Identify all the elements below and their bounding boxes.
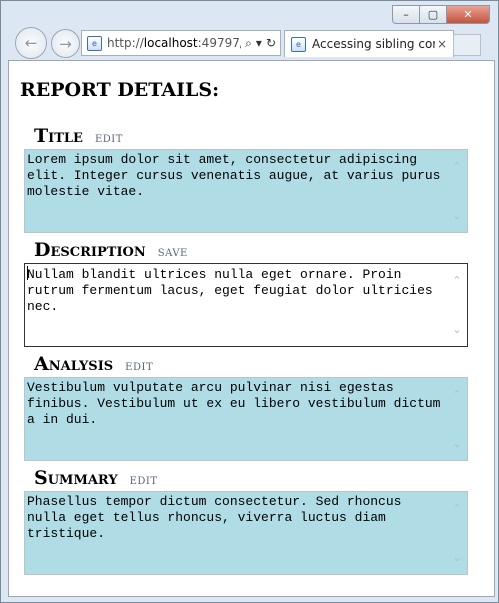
maximize-button[interactable]: ▢: [419, 5, 447, 24]
url-host: localhost: [143, 36, 198, 50]
content-text: Lorem ipsum dolor sit amet, consectetur …: [27, 152, 449, 199]
url-rest: :49797/: [197, 36, 242, 50]
minimize-button[interactable]: –: [392, 5, 420, 24]
tab-page-icon: e: [291, 36, 306, 52]
editable-textarea[interactable]: Nullam blandit ultrices nulla eget ornar…: [24, 263, 468, 347]
scroll-down-icon[interactable]: ⌄: [452, 209, 461, 222]
edit-link[interactable]: edit: [130, 472, 158, 488]
window-controls: – ▢ ✕: [392, 5, 490, 24]
tab-title: Accessing sibling cont...: [312, 37, 435, 51]
back-arrow-icon: ←: [24, 34, 38, 52]
section-summary: Summary edit Phasellus tempor dictum con…: [24, 467, 468, 575]
section-heading: Title: [34, 125, 83, 147]
close-tab-icon[interactable]: ×: [435, 37, 449, 51]
scrollbar[interactable]: ⌃ ⌄: [447, 264, 467, 346]
scroll-up-icon[interactable]: ⌃: [452, 274, 461, 287]
browser-toolbar: ← → e http://localhost:49797/ ⌕ ▾ ↻ e Ac…: [1, 27, 498, 59]
edit-link[interactable]: edit: [125, 358, 153, 374]
back-button[interactable]: ←: [15, 27, 47, 59]
scrollbar[interactable]: ⌃ ⌄: [447, 150, 467, 232]
section-heading: Description: [34, 239, 146, 261]
section-title: Title edit Lorem ipsum dolor sit amet, c…: [24, 125, 468, 233]
url-prefix: http://: [107, 36, 144, 50]
search-icon[interactable]: ⌕: [245, 36, 252, 51]
section-heading: Summary: [34, 467, 118, 489]
content-box[interactable]: Lorem ipsum dolor sit amet, consectetur …: [24, 149, 468, 233]
address-url[interactable]: http://localhost:49797/: [107, 36, 241, 50]
browser-window: – ▢ ✕ ← → e http://localhost:49797/ ⌕ ▾ …: [0, 0, 499, 603]
scrollbar[interactable]: ⌃ ⌄: [447, 378, 467, 460]
page-content: REPORT DETAILS: Title edit Lorem ipsum d…: [8, 60, 495, 597]
scroll-down-icon[interactable]: ⌄: [452, 437, 461, 450]
content-box[interactable]: Vestibulum vulputate arcu pulvinar nisi …: [24, 377, 468, 461]
refresh-icon[interactable]: ↻: [266, 36, 276, 50]
page-title: REPORT DETAILS:: [20, 79, 220, 101]
close-button[interactable]: ✕: [446, 5, 490, 24]
forward-arrow-icon: →: [59, 34, 72, 53]
scroll-down-icon[interactable]: ⌄: [452, 323, 461, 336]
scroll-up-icon[interactable]: ⌃: [452, 160, 461, 173]
scroll-up-icon[interactable]: ⌃: [452, 388, 461, 401]
section-analysis: Analysis edit Vestibulum vulputate arcu …: [24, 353, 468, 461]
browser-tab[interactable]: e Accessing sibling cont... ×: [284, 30, 454, 57]
content-text: Vestibulum vulputate arcu pulvinar nisi …: [27, 380, 449, 427]
dropdown-icon[interactable]: ▾: [256, 36, 262, 50]
section-description: Description save Nullam blandit ultrices…: [24, 239, 468, 347]
scrollbar[interactable]: ⌃ ⌄: [447, 492, 467, 574]
content-text-value: Nullam blandit ultrices nulla eget ornar…: [27, 267, 441, 314]
address-bar[interactable]: e http://localhost:49797/ ⌕ ▾ ↻: [81, 30, 281, 56]
content-text: Nullam blandit ultrices nulla eget ornar…: [27, 266, 445, 315]
edit-link[interactable]: edit: [95, 130, 123, 146]
content-text: Phasellus tempor dictum consectetur. Sed…: [27, 494, 410, 541]
scroll-up-icon[interactable]: ⌃: [452, 502, 461, 515]
scroll-down-icon[interactable]: ⌄: [452, 551, 461, 564]
content-box[interactable]: Phasellus tempor dictum consectetur. Sed…: [24, 491, 468, 575]
save-link[interactable]: save: [158, 244, 188, 260]
section-heading: Analysis: [34, 353, 114, 375]
forward-button[interactable]: →: [51, 29, 80, 58]
new-tab-button[interactable]: [453, 34, 481, 56]
page-icon: e: [87, 35, 102, 51]
